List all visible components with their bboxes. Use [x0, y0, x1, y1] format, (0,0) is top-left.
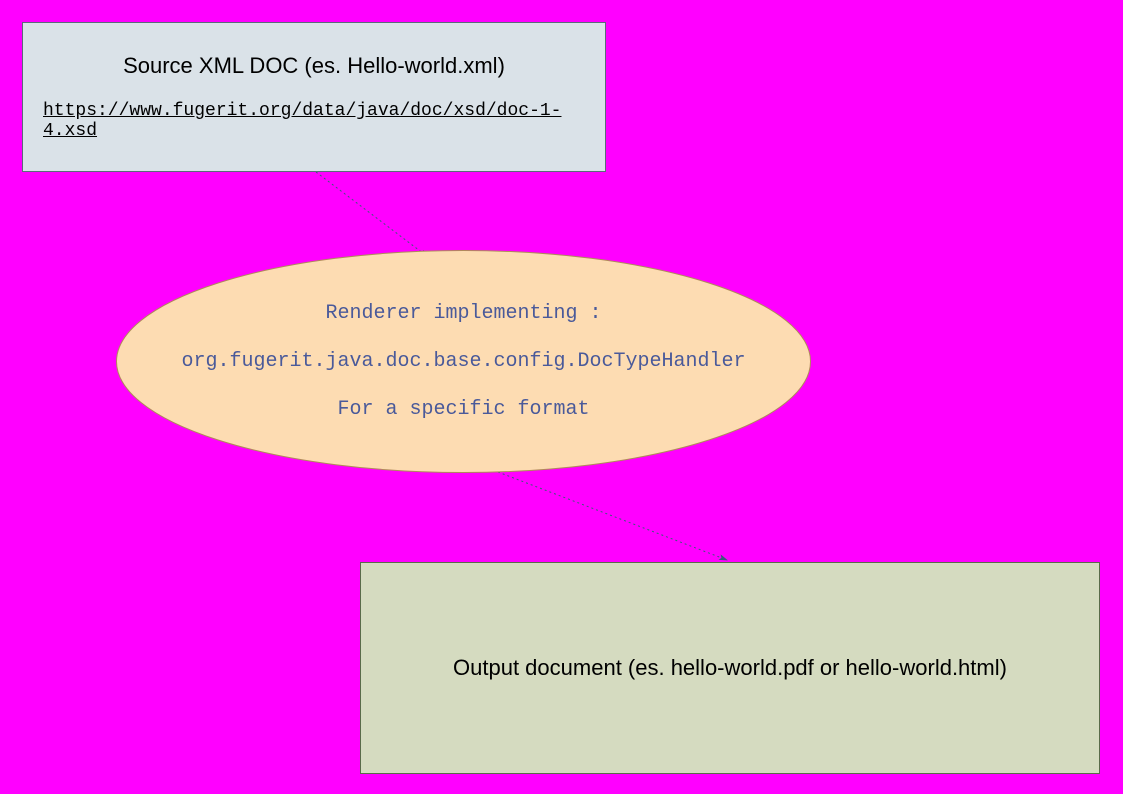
source-xml-box: Source XML DOC (es. Hello-world.xml) htt… [22, 22, 606, 172]
renderer-line2: org.fugerit.java.doc.base.config.DocType… [181, 338, 745, 386]
renderer-ellipse-text: Renderer implementing : org.fugerit.java… [115, 249, 812, 474]
output-document-box: Output document (es. hello-world.pdf or … [360, 562, 1100, 774]
renderer-ellipse: Renderer implementing : org.fugerit.java… [115, 249, 812, 474]
source-xml-title: Source XML DOC (es. Hello-world.xml) [123, 53, 505, 79]
renderer-line3: For a specific format [337, 386, 589, 434]
renderer-line1: Renderer implementing : [325, 290, 601, 338]
output-document-text: Output document (es. hello-world.pdf or … [453, 655, 1007, 681]
xsd-link[interactable]: https://www.fugerit.org/data/java/doc/xs… [43, 101, 585, 141]
